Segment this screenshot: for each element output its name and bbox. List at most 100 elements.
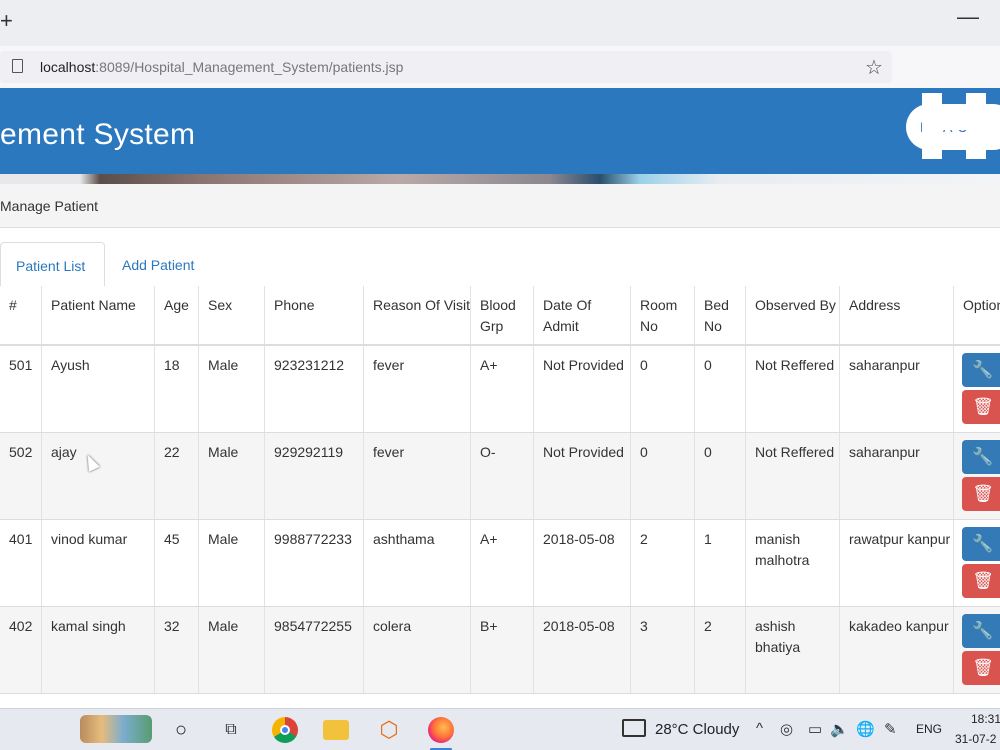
edit-button[interactable]: 🔧 [962,614,1000,648]
new-tab-button[interactable]: + [0,8,13,34]
cell-room: 0 [631,346,695,432]
clock-time[interactable]: 18:31 [971,712,1000,726]
cell-phone: 9854772255 [265,607,364,693]
cell-bed: 1 [695,520,746,606]
breadcrumb: Manage Patient [0,198,99,214]
clock-date[interactable]: 31-07-2 [955,732,996,746]
tab-add-patient[interactable]: Add Patient [122,242,194,288]
url-text[interactable]: localhost:8089/Hospital_Management_Syste… [40,59,403,75]
bookmark-star-icon[interactable]: ☆ [865,55,883,80]
taskbar: ○ ⧉ ⬡ 28°C Cloudy ^ ◎ ▭ 🔈 🌐 ✎ ENG 18:31 … [0,708,1000,750]
cell-age: 18 [155,346,199,432]
cell-reason: fever [364,433,471,519]
column-header: Phone [265,286,364,344]
cell-observed-by: Not Reffered [746,433,840,519]
weather-text[interactable]: 28°C Cloudy [655,721,739,738]
cell-age: 45 [155,520,199,606]
edit-button[interactable]: 🔧 [962,440,1000,474]
delete-button[interactable]: 🗑 [962,564,1000,598]
cell-room: 2 [631,520,695,606]
delete-button[interactable]: 🗑 [962,651,1000,685]
url-host: localhost [40,59,96,75]
column-header: Age [155,286,199,344]
widgets-icon[interactable] [80,715,152,743]
cell-observed-by: manish malhotra [746,520,840,606]
edit-button[interactable]: 🔧 [962,527,1000,561]
cell-address: kakadeo kanpur [840,607,954,693]
column-header: Address [840,286,954,344]
network-icon[interactable]: ◎ [780,720,793,738]
cell-age: 22 [155,433,199,519]
cell-id: 402 [0,607,42,693]
language-indicator[interactable]: ENG [916,722,942,736]
browser-tabstrip: + — [0,0,1000,46]
cell-options: 🔧 🗑 [954,346,1000,432]
cell-address: saharanpur [840,346,954,432]
volume-icon[interactable]: 🔈 [830,720,849,738]
address-bar[interactable]: localhost:8089/Hospital_Management_Syste… [0,51,892,83]
pen-icon[interactable]: ✎ [884,720,897,738]
cell-sex: Male [199,433,265,519]
globe-icon[interactable]: 🌐 [856,720,875,738]
cell-sex: Male [199,346,265,432]
column-header: Bed No [695,286,746,344]
table-row: 402 kamal singh 32 Male 9854772255 coler… [0,607,1000,694]
cell-reason: ashthama [364,520,471,606]
cell-observed-by: ashish bhatiya [746,607,840,693]
table-row: 502 ajay 22 Male 929292119 fever O- Not … [0,433,1000,520]
cell-id: 501 [0,346,42,432]
column-header: Room No [631,286,695,344]
wrench-icon: 🔧 [972,447,994,466]
cell-id: 401 [0,520,42,606]
cell-patient-name: kamal singh [42,607,155,693]
cell-sex: Male [199,520,265,606]
cell-sex: Male [199,607,265,693]
minimize-button[interactable]: — [957,4,979,30]
table-row: 401 vinod kumar 45 Male 9988772233 ashth… [0,520,1000,607]
cell-admit-date: 2018-05-08 [534,607,631,693]
cell-bed: 0 [695,433,746,519]
column-header: Patient Name [42,286,155,344]
edit-button[interactable]: 🔧 [962,353,1000,387]
table-row: 501 Ayush 18 Male 923231212 fever A+ Not… [0,346,1000,433]
cell-age: 32 [155,607,199,693]
trash-icon: 🗑 [972,571,994,590]
delete-button[interactable]: 🗑 [962,477,1000,511]
cell-blood-group: B+ [471,607,534,693]
battery-icon[interactable]: ▭ [808,720,822,738]
cell-address: saharanpur [840,433,954,519]
column-header: Blood Grp [471,286,534,344]
cell-phone: 923231212 [265,346,364,432]
patient-tabs: Patient List Add Patient [0,242,1000,288]
app-hexagon-icon[interactable]: ⬡ [376,717,402,743]
column-header: Reason Of Visit [364,286,471,344]
file-explorer-icon[interactable] [323,720,349,740]
column-header: Date Of Admit [534,286,631,344]
cell-phone: 929292119 [265,433,364,519]
task-view-icon[interactable]: ⧉ [218,717,244,743]
weather-icon[interactable] [622,719,646,737]
firefox-icon[interactable] [428,717,454,743]
trash-icon: 🗑 [972,397,994,416]
cell-options: 🔧 🗑 [954,433,1000,519]
wrench-icon: 🔧 [972,534,994,553]
delete-button[interactable]: 🗑 [962,390,1000,424]
cell-patient-name: vinod kumar [42,520,155,606]
cell-bed: 2 [695,607,746,693]
cell-blood-group: A+ [471,520,534,606]
trash-icon: 🗑 [972,658,994,677]
cell-patient-name: ajay [42,433,155,519]
cell-room: 3 [631,607,695,693]
search-icon[interactable]: ○ [168,717,194,743]
chrome-icon[interactable] [272,717,298,743]
cell-blood-group: A+ [471,346,534,432]
app-header: ement System NOA UN [0,88,1000,174]
cell-id: 502 [0,433,42,519]
banner-image-strip [0,174,1000,184]
cell-reason: colera [364,607,471,693]
app-title: ement System [0,118,196,151]
chrome-center-dot [280,725,290,735]
url-path: :8089/Hospital_Management_System/patient… [95,59,404,75]
chevron-up-icon[interactable]: ^ [756,720,763,737]
tab-patient-list[interactable]: Patient List [0,242,105,288]
